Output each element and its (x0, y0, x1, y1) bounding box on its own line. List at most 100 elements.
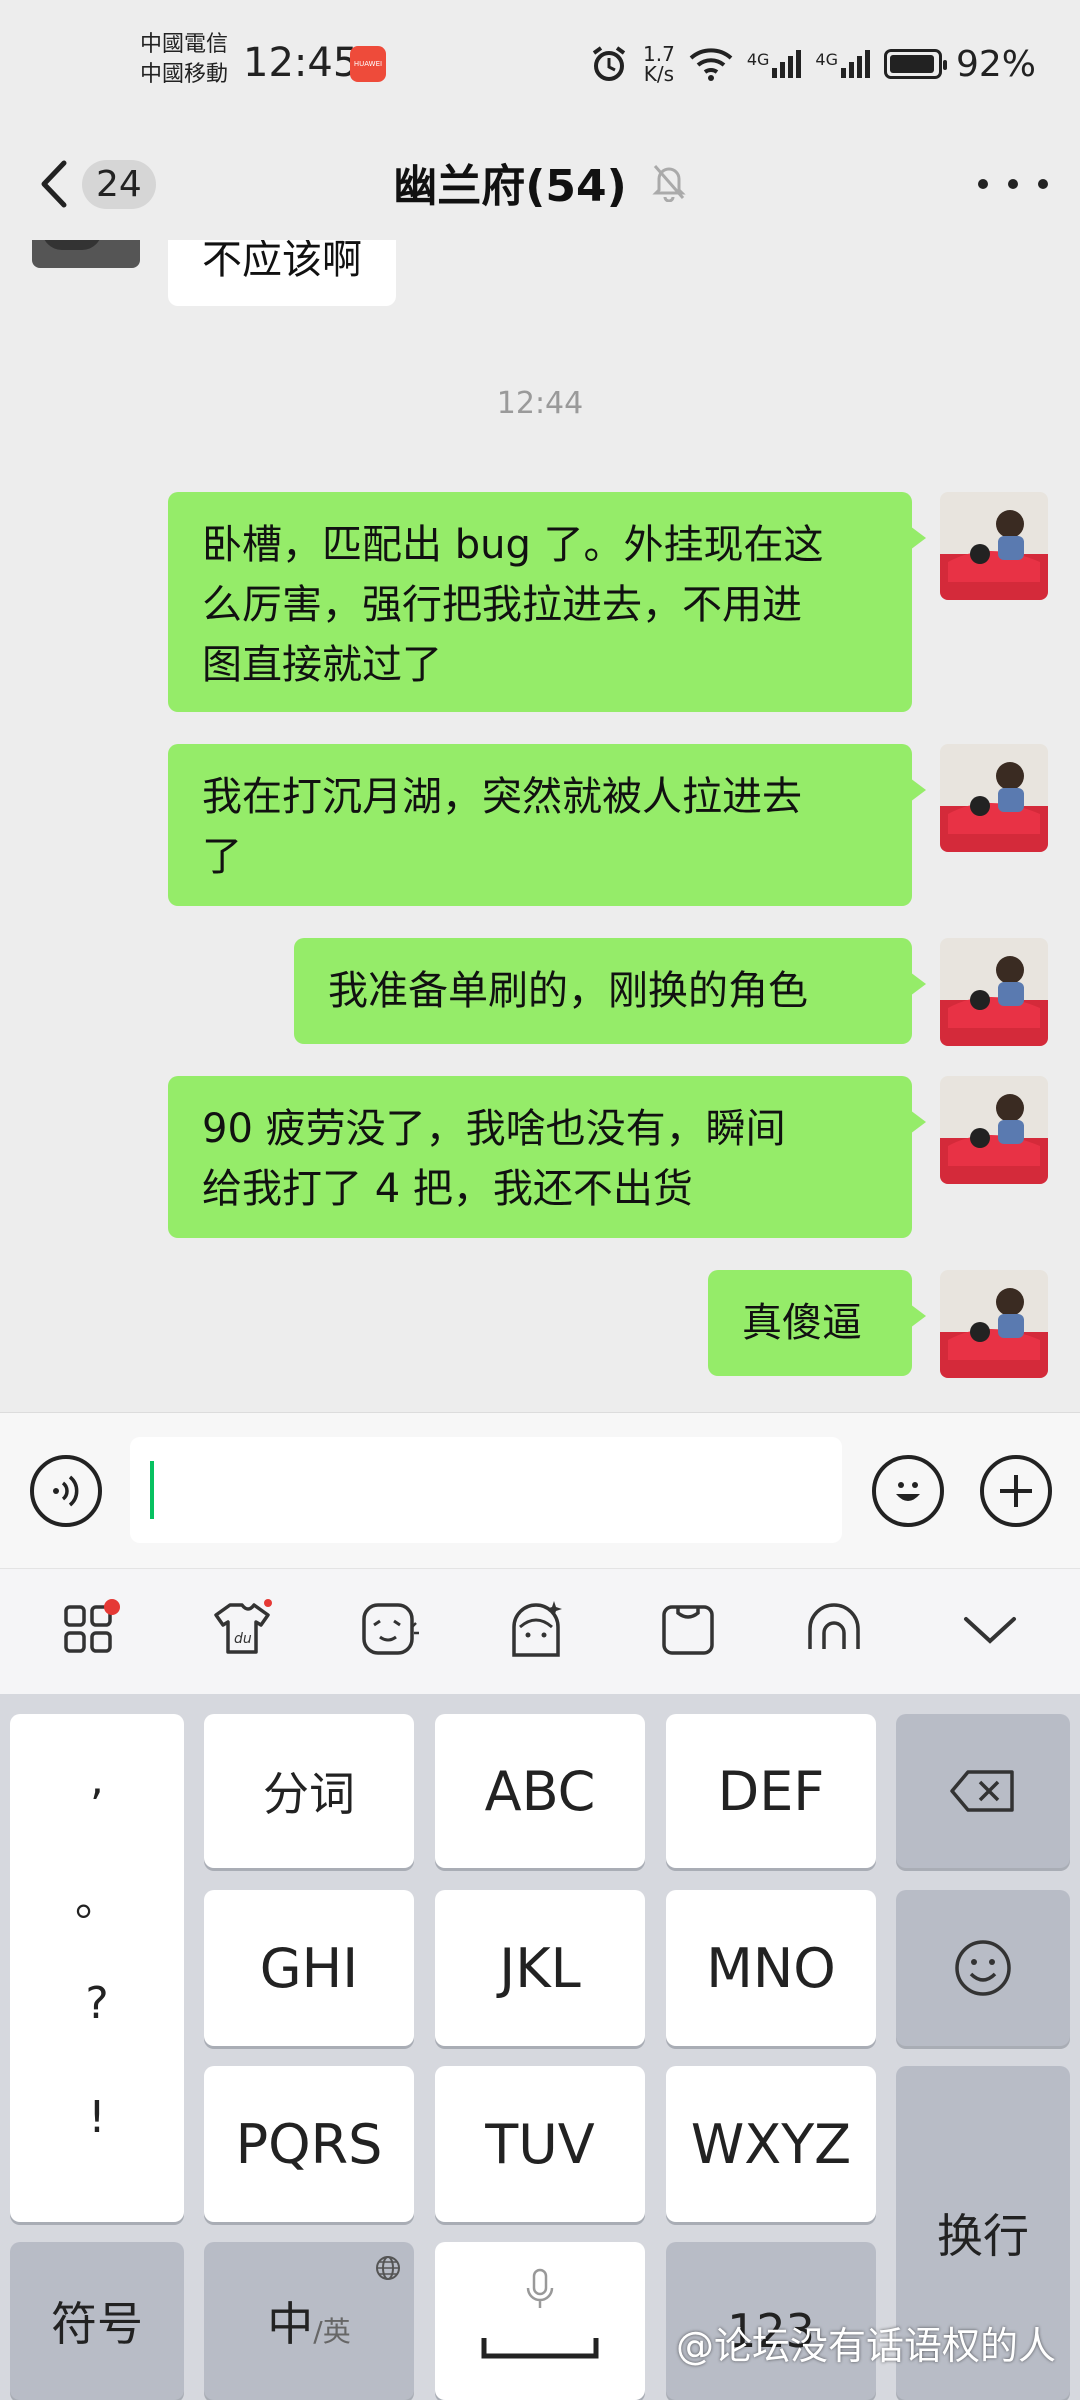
key-wxyz[interactable]: WXYZ (666, 2066, 876, 2222)
globe-icon (376, 2256, 400, 2280)
my-avatar[interactable] (940, 492, 1048, 600)
t9-keyboard: , 。 ? ! 分词 ABC DEF GHI JKL MNO PQRS TUV … (0, 1694, 1080, 2400)
symbols-key[interactable]: 符号 (10, 2242, 184, 2400)
key-ghi[interactable]: GHI (204, 1890, 414, 2046)
avatar-photo (940, 492, 1048, 600)
voice-input-button[interactable] (30, 1455, 102, 1527)
punct-key[interactable]: , (10, 1754, 184, 1805)
ime-collapse-button[interactable] (958, 1597, 1022, 1661)
plus-icon (1000, 1475, 1032, 1507)
my-avatar[interactable] (940, 1270, 1048, 1378)
message-line: 我准备单刷的，刚换的角色 (328, 968, 808, 1014)
swipe-icon (808, 1603, 860, 1649)
svg-text:du: du (234, 1631, 252, 1647)
ime-emoticon-button[interactable] (358, 1597, 422, 1661)
incoming-message-bubble[interactable]: 不应该啊 (168, 240, 396, 306)
dot-icon (1008, 179, 1018, 189)
key-def[interactable]: DEF (666, 1714, 876, 1868)
message-line: 给我打了 4 把，我还不出货 (202, 1166, 693, 1212)
watermark-text: @论坛没有话语权的人 (675, 2324, 1056, 2368)
key-tuv[interactable]: TUV (435, 2066, 645, 2222)
lang-alt-label: /英 (313, 2315, 351, 2348)
cartoon-face-icon (512, 1601, 562, 1657)
key-fenci[interactable]: 分词 (204, 1714, 414, 1868)
chat-title[interactable]: 幽兰府(54) (0, 150, 1080, 214)
dot-icon (978, 179, 988, 189)
message-line: 卧槽，匹配出 bug 了。外挂现在这 (202, 522, 824, 568)
status-time: 12:45 (243, 40, 359, 86)
punct-key[interactable]: ! (10, 2092, 184, 2143)
tshirt-icon: du (214, 1599, 272, 1654)
avatar-photo (940, 1076, 1048, 1184)
lang-main-label: 中 (267, 2297, 314, 2351)
punct-key[interactable]: 。 (10, 1864, 184, 1928)
alarm-icon (592, 46, 626, 81)
outgoing-message-bubble[interactable]: 卧槽，匹配出 bug 了。外挂现在这 么厉害，强行把我拉进去，不用进 图直接就过… (168, 492, 926, 712)
punctuation-column[interactable]: , 。 ? ! (10, 1714, 184, 2222)
key-jkl[interactable]: JKL (435, 1890, 645, 2046)
more-options-button[interactable] (978, 164, 1048, 204)
signal-1: 4G (747, 50, 802, 78)
avatar-photo (940, 744, 1048, 852)
battery-icon (883, 49, 947, 79)
backspace-icon (950, 1770, 1014, 1812)
language-switch-key[interactable]: 中 /英 (204, 2242, 414, 2400)
space-key[interactable] (435, 2242, 645, 2400)
key-abc[interactable]: ABC (435, 1714, 645, 1868)
message-timestamp: 12:44 (496, 386, 584, 421)
backspace-key[interactable] (896, 1714, 1070, 1868)
message-list[interactable]: 不应该啊 12:44 卧槽，匹配出 bug 了。外挂现在这 么厉害，强行把我拉进… (0, 240, 1080, 1412)
watermark: @论坛没有话语权的人 (676, 2315, 1056, 2370)
battery-percent: 92% (955, 43, 1036, 85)
text-cursor (150, 1461, 154, 1519)
ime-toolbar: du (0, 1568, 1080, 1694)
message-input-bar (0, 1412, 1080, 1568)
chat-header: 24 幽兰府(54) (0, 130, 1080, 240)
carrier-2: 中國移動 (140, 62, 229, 87)
muted-bell-icon (652, 165, 686, 202)
microphone-icon (526, 2268, 554, 2308)
message-line: 么厉害，强行把我拉进去，不用进 (202, 582, 802, 628)
avatar-photo (940, 1270, 1048, 1378)
signal-2-label: 4G (815, 50, 838, 69)
emoji-key[interactable] (896, 1890, 1070, 2046)
outgoing-message-bubble[interactable]: 我准备单刷的，刚换的角色 (294, 938, 926, 1044)
enter-label: 换行 (937, 2209, 1029, 2263)
wifi-icon (689, 48, 733, 81)
more-functions-button[interactable] (980, 1455, 1052, 1527)
message-line: 真傻逼 (742, 1300, 862, 1346)
ime-skin-button[interactable]: du (210, 1597, 274, 1661)
avatar-photo (940, 938, 1048, 1046)
net-speed-value: 1.7 (643, 42, 675, 66)
ime-clipboard-button[interactable] (656, 1597, 720, 1661)
sender-avatar[interactable] (32, 240, 140, 268)
my-avatar[interactable] (940, 744, 1048, 852)
signal-2: 4G (815, 50, 870, 78)
ime-handwriting-button[interactable] (802, 1597, 866, 1661)
ime-apps-button[interactable] (58, 1597, 122, 1661)
outgoing-message-bubble[interactable]: 90 疲劳没了，我啥也没有，瞬间 给我打了 4 把，我还不出货 (168, 1076, 926, 1238)
ime-avatar-button[interactable] (504, 1597, 568, 1661)
smiley-icon (955, 1940, 1011, 1996)
key-pqrs[interactable]: PQRS (204, 2066, 414, 2222)
emoji-button[interactable] (872, 1455, 944, 1527)
clipboard-icon (662, 1605, 714, 1655)
message-line: 了 (202, 834, 242, 880)
my-avatar[interactable] (940, 1076, 1048, 1184)
my-avatar[interactable] (940, 938, 1048, 1046)
message-text: 不应该啊 (202, 240, 362, 283)
outgoing-message-bubble[interactable]: 真傻逼 (708, 1270, 926, 1376)
punct-key[interactable]: ? (10, 1978, 184, 2029)
chevron-down-icon (964, 1617, 1016, 1644)
smiley-icon (896, 1482, 920, 1501)
key-mno[interactable]: MNO (666, 1890, 876, 2046)
net-speed-unit: K/s (643, 62, 675, 86)
message-input[interactable] (130, 1437, 842, 1543)
outgoing-message-bubble[interactable]: 我在打沉月湖，突然就被人拉进去 了 (168, 744, 926, 906)
message-line: 90 疲劳没了，我啥也没有，瞬间 (202, 1106, 786, 1152)
grid-icon (64, 1599, 120, 1653)
message-line: 我在打沉月湖，突然就被人拉进去 (202, 774, 802, 820)
status-bar: 中國電信 中國移動 12:45 HUAWEI 1.7 K/s 4G 4G 92% (0, 0, 1080, 130)
status-icons: 1.7 K/s 4G 4G 92% (589, 42, 1036, 86)
appgallery-notification-icon: HUAWEI (350, 46, 386, 82)
